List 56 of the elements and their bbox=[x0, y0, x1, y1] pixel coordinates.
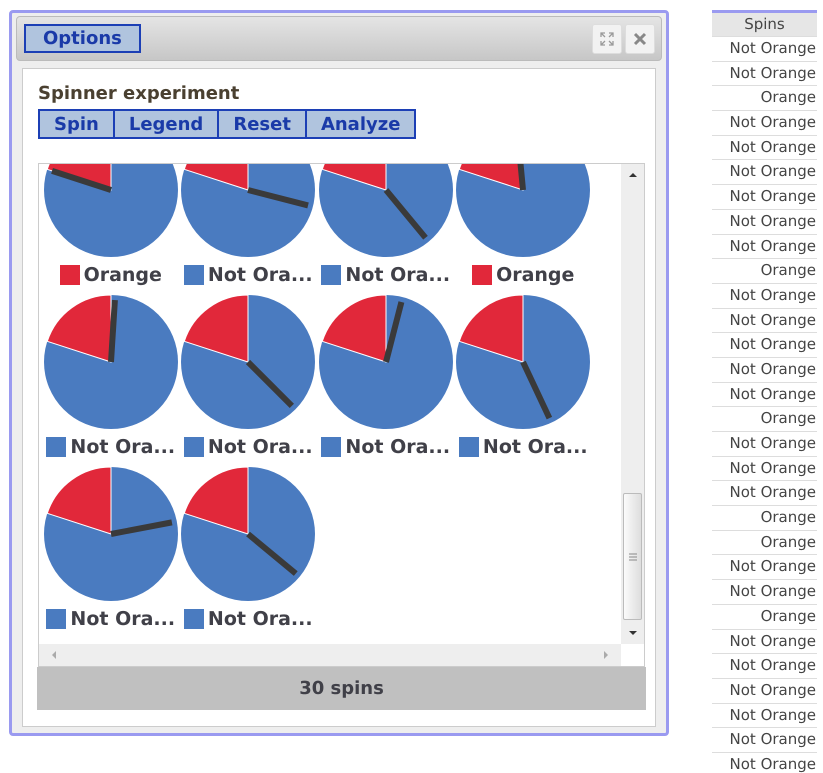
table-cell: Not Orange bbox=[712, 579, 817, 604]
spinner-result: Not Ora... bbox=[70, 436, 176, 458]
table-cell: Not Orange bbox=[712, 653, 817, 678]
table-cell: Not Orange bbox=[712, 234, 817, 258]
table-cell: Not Orange bbox=[712, 752, 817, 773]
table-cell: Orange bbox=[712, 604, 817, 628]
close-icon[interactable] bbox=[625, 24, 655, 54]
table-cell: Orange bbox=[712, 505, 817, 530]
table-cell: Orange bbox=[712, 85, 817, 110]
spinner-result: Orange bbox=[496, 264, 574, 286]
table-cell: Not Orange bbox=[712, 36, 817, 61]
right-arrow-icon[interactable] bbox=[601, 650, 611, 660]
table-cell: Not Orange bbox=[712, 480, 817, 506]
table-cell: Not Orange bbox=[712, 356, 817, 382]
horizontal-scrollbar[interactable] bbox=[39, 644, 621, 666]
table-cell: Orange bbox=[712, 258, 817, 283]
table-cell: Not Orange bbox=[712, 60, 817, 86]
spinner-result: Not Ora... bbox=[345, 264, 450, 286]
table-cell: Not Orange bbox=[712, 184, 817, 209]
spinner-result: Not Ora... bbox=[208, 608, 313, 630]
table-cell: Orange bbox=[712, 530, 817, 554]
vertical-scrollbar[interactable] bbox=[621, 164, 644, 644]
spinner-result: Not Ora... bbox=[208, 436, 313, 458]
table-cell: Not Orange bbox=[712, 431, 817, 456]
spinner-result: Not Ora... bbox=[345, 436, 450, 458]
table-cell: Not Orange bbox=[712, 554, 817, 580]
up-arrow-icon[interactable] bbox=[628, 170, 638, 180]
spinner-result: Orange bbox=[84, 264, 162, 286]
table-cell: Not Orange bbox=[712, 628, 817, 654]
table-cell: Not Orange bbox=[712, 702, 817, 728]
expand-icon[interactable] bbox=[592, 24, 622, 54]
column-header: Spins bbox=[712, 10, 817, 36]
table-cell: Not Orange bbox=[712, 332, 817, 357]
spin-count: 30 spins bbox=[37, 667, 646, 710]
table-cell: Not Orange bbox=[712, 110, 817, 135]
options-button[interactable]: Options bbox=[24, 24, 141, 53]
grip-icon bbox=[628, 552, 636, 560]
action-button[interactable]: Spin bbox=[38, 109, 115, 139]
table-cell: Not Orange bbox=[712, 282, 817, 308]
action-button[interactable]: Legend bbox=[112, 109, 220, 139]
action-button[interactable]: Reset bbox=[217, 109, 307, 139]
table-cell: Not Orange bbox=[712, 134, 817, 160]
experiment-title: Spinner experiment bbox=[38, 83, 240, 105]
down-arrow-icon[interactable] bbox=[628, 628, 638, 638]
table-cell: Not Orange bbox=[712, 678, 817, 703]
table-cell: Not Orange bbox=[712, 208, 817, 234]
table-cell: Not Orange bbox=[712, 382, 817, 406]
table-cell: Not Orange bbox=[712, 456, 817, 480]
spinner-result: Not Ora... bbox=[208, 264, 313, 286]
spinner-result: Not Ora... bbox=[482, 436, 588, 458]
table-cell: Not Orange bbox=[712, 308, 817, 332]
table-cell: Not Orange bbox=[712, 727, 817, 752]
action-button[interactable]: Analyze bbox=[304, 109, 416, 139]
spinner-result: Not Ora... bbox=[70, 608, 176, 630]
table-cell: Not Orange bbox=[712, 159, 817, 184]
table-cell: Orange bbox=[712, 406, 817, 431]
